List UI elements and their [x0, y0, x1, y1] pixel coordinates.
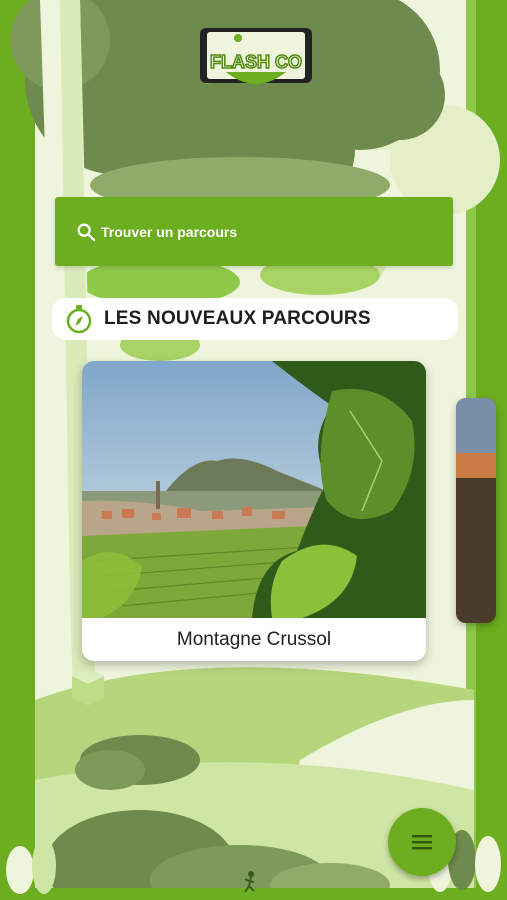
route-name: Montagne Crussol — [176, 628, 332, 650]
flashco-logo: FLASH CO — [200, 28, 312, 84]
logo-text: FLASH CO — [210, 52, 302, 72]
search-label: Trouver un parcours — [101, 223, 238, 240]
compass-icon — [66, 305, 92, 334]
section-title: LES NOUVEAUX PARCOURS — [104, 308, 371, 329]
section-header-new-routes: LES NOUVEAUX PARCOURS — [52, 298, 458, 340]
hamburger-menu-icon — [412, 835, 432, 850]
route-card[interactable]: Montagne Crussol — [82, 361, 426, 661]
route-card-next[interactable] — [456, 398, 496, 623]
search-icon — [77, 223, 96, 241]
search-bar[interactable]: Trouver un parcours — [55, 197, 453, 266]
route-photo — [82, 361, 426, 618]
menu-button[interactable] — [388, 808, 456, 876]
